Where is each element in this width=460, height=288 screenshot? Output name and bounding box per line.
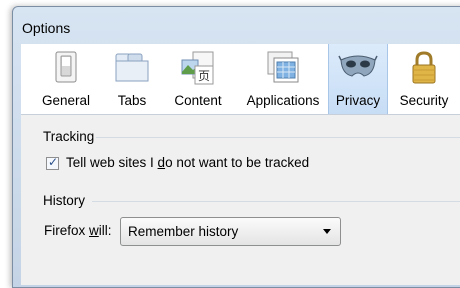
switch-icon [53,50,79,87]
toolbar-general-button[interactable]: General [27,44,105,114]
tabs-icon [114,50,150,87]
firefox-will-label-part1: Firefox [44,223,90,238]
toolbar-content-label: Content [174,93,222,108]
do-not-track-checkbox[interactable]: ✓ [46,155,59,170]
history-group-divider [92,201,460,202]
applications-icon [266,50,300,87]
toolbar-privacy-button[interactable]: Privacy [328,44,388,114]
toolbar-security-button[interactable]: Security [392,44,456,114]
content-icon: 页 [179,50,217,89]
history-mode-value: Remember history [128,224,239,239]
tracking-group-divider [96,137,460,138]
do-not-track-label[interactable]: Tell web sites I do not want to be track… [66,155,309,170]
do-not-track-label-part2: o not want to be tracked [165,155,310,170]
toolbar-privacy-label: Privacy [335,93,381,108]
do-not-track-label-accesskey: d [157,155,166,170]
do-not-track-label-part1: Tell web sites I [66,155,158,170]
history-mode-select[interactable]: Remember history [120,217,341,246]
toolbar-applications-button[interactable]: Applications [239,44,327,114]
toolbar-tabs-label: Tabs [117,93,147,108]
history-group-title: History [43,193,86,208]
firefox-will-label: Firefox will: [44,223,112,238]
padlock-icon [409,50,439,89]
toolbar-security-label: Security [399,93,449,108]
toolbar-general-label: General [41,93,91,108]
checkmark-icon: ✓ [47,155,59,169]
firefox-will-label-part2: ill: [98,223,112,238]
toolbar-tabs-button[interactable]: Tabs [107,44,157,114]
svg-text:页: 页 [198,69,210,83]
window-title: Options [22,20,71,36]
dropdown-arrow-icon [323,229,331,234]
toolbar-content-button[interactable]: 页 Content [164,44,232,114]
toolbar-applications-label: Applications [246,93,320,108]
preferences-toolbar: General Tabs 页 Content Applications Priv… [21,44,460,115]
tracking-group-title: Tracking [43,129,95,144]
privacy-mask-icon [338,50,378,87]
firefox-will-label-accesskey: w [89,223,99,238]
